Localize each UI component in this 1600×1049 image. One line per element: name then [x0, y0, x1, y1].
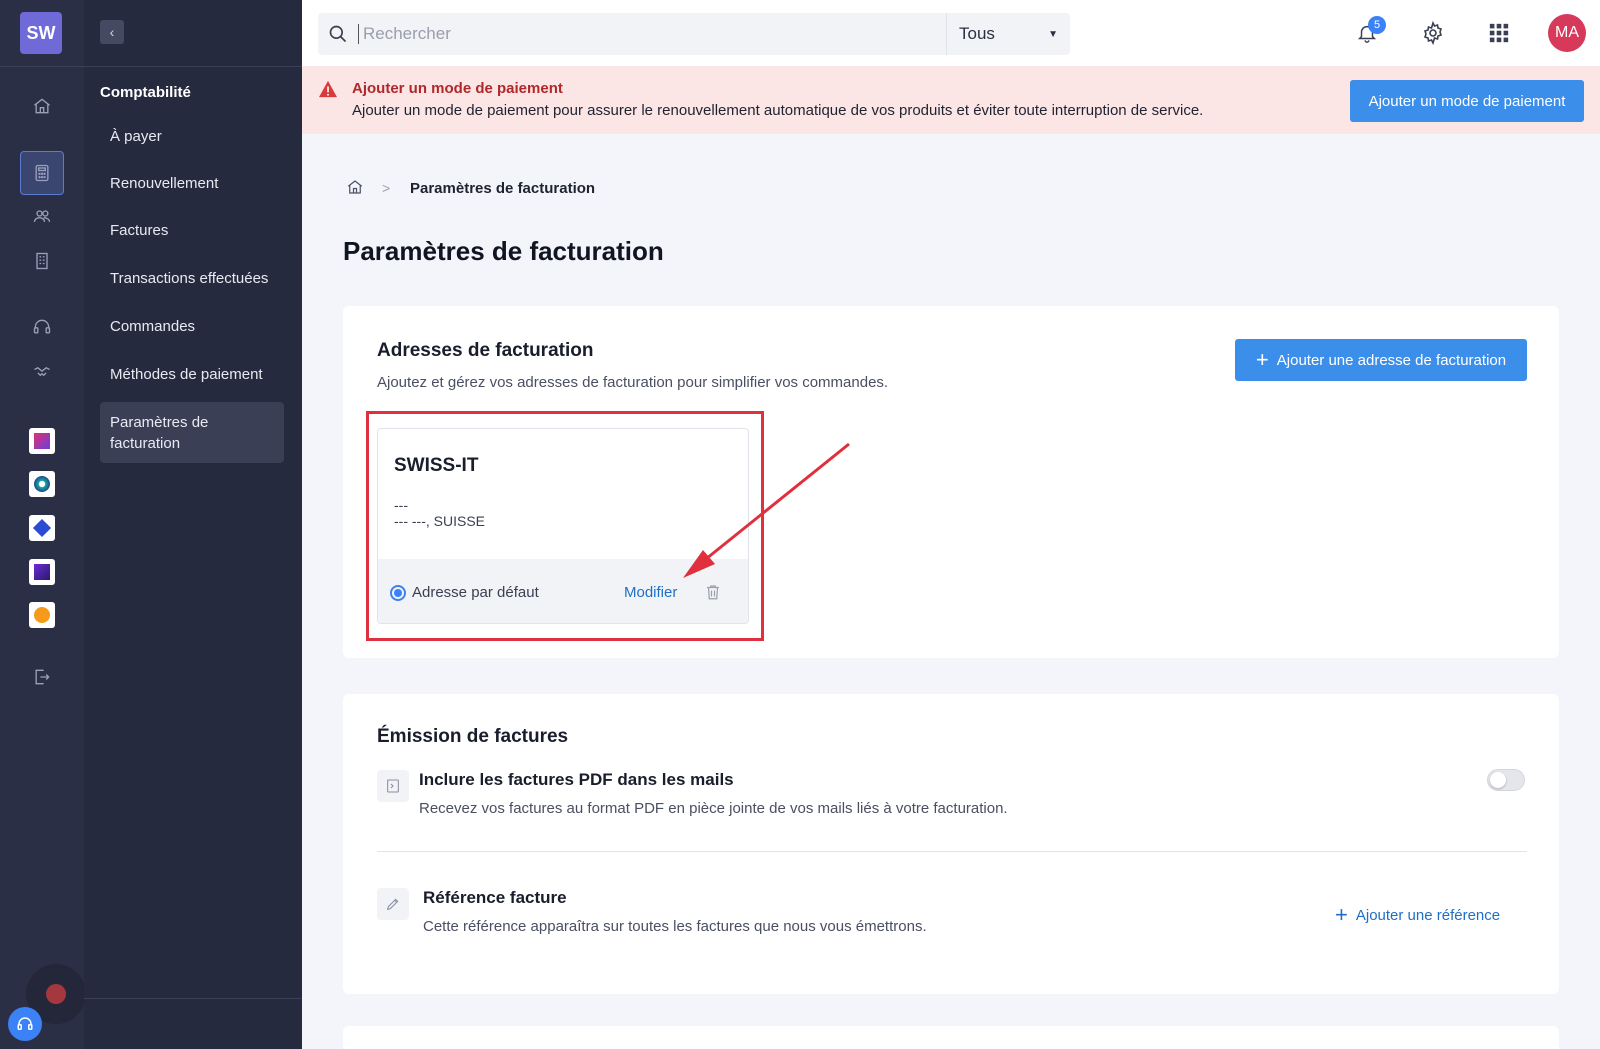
chevron-left-icon: ‹ — [109, 24, 115, 40]
top-bar: Tous ▼ 5 — [302, 0, 1600, 66]
support-chat-icon[interactable] — [8, 1007, 42, 1041]
add-reference-label: Ajouter une référence — [1355, 906, 1501, 924]
plus-icon: + — [1335, 902, 1348, 927]
settings-button[interactable] — [1418, 18, 1448, 48]
search-icon — [318, 24, 358, 44]
notifications-button[interactable]: 5 — [1352, 16, 1386, 48]
invoicing-title: Émission de factures — [377, 726, 569, 747]
add-billing-address-button[interactable]: + Ajouter une adresse de facturation — [1235, 339, 1527, 381]
breadcrumb-current: Paramètres de facturation — [410, 180, 596, 197]
apps-grid-button[interactable] — [1484, 18, 1514, 48]
handshake-icon[interactable] — [20, 352, 64, 392]
sidebar-item-factures[interactable]: Factures — [100, 214, 284, 246]
pencil-icon — [377, 888, 409, 920]
search-scope-select[interactable]: Tous ▼ — [946, 13, 1070, 55]
next-section-card — [343, 1026, 1559, 1049]
search-scope-value: Tous — [959, 24, 995, 43]
address-card-footer: Adresse par défaut Modifier — [378, 559, 748, 623]
invoicing-card: Émission de factures Inclure les facture… — [343, 694, 1559, 994]
sidebar-item-renouvellement[interactable]: Renouvellement — [100, 167, 284, 199]
billing-addresses-card: Adresses de facturation Ajoutez et gérez… — [343, 306, 1559, 658]
sidebar-section-title: Comptabilité — [100, 84, 191, 101]
add-payment-method-button[interactable]: Ajouter un mode de paiement — [1350, 80, 1584, 122]
logout-icon[interactable] — [20, 657, 64, 697]
app-logo[interactable]: SW — [20, 12, 62, 54]
pdf-file-icon — [377, 770, 409, 802]
trash-icon[interactable] — [704, 582, 722, 607]
search-input[interactable] — [358, 24, 918, 44]
billing-addresses-title: Adresses de facturation — [377, 340, 594, 361]
pdf-attachment-toggle[interactable] — [1487, 769, 1525, 791]
address-name: SWISS-IT — [394, 455, 479, 476]
invoice-reference-title: Référence facture — [423, 888, 567, 907]
icon-rail: SW — [0, 0, 86, 1049]
collapse-sidebar-button[interactable]: ‹ — [100, 20, 124, 44]
breadcrumb-home-icon[interactable] — [346, 178, 364, 201]
notification-badge: 5 — [1368, 16, 1386, 34]
calculator-icon[interactable] — [20, 151, 64, 195]
default-address-radio[interactable] — [390, 585, 406, 601]
alert-message: Ajouter un mode de paiement pour assurer… — [352, 102, 1204, 119]
chart-app-icon[interactable] — [29, 559, 55, 585]
warning-icon — [318, 80, 338, 103]
sidebar-item-methodes-paiement[interactable]: Méthodes de paiement — [100, 358, 284, 390]
search-bar — [318, 13, 950, 55]
default-address-label: Adresse par défaut — [412, 584, 539, 601]
sidebar-item-a-payer[interactable]: À payer — [100, 120, 284, 152]
pdf-setting-title: Inclure les factures PDF dans les mails — [419, 770, 734, 789]
modify-address-link[interactable]: Modifier — [624, 584, 677, 601]
alert-title: Ajouter un mode de paiement — [352, 80, 563, 97]
address-line-2: --- ---, SUISSE — [394, 513, 485, 529]
address-card: SWISS-IT --- --- ---, SUISSE Adresse par… — [377, 428, 749, 624]
building-icon[interactable] — [20, 241, 64, 281]
subnav-bottom-divider — [84, 998, 302, 999]
cube-app-icon[interactable] — [29, 515, 55, 541]
sidebar-item-transactions[interactable]: Transactions effectuées — [100, 262, 284, 294]
section-divider — [377, 851, 1527, 852]
add-billing-address-label: Ajouter une adresse de facturation — [1276, 351, 1507, 369]
pdf-setting-subtitle: Recevez vos factures au format PDF en pi… — [419, 800, 1008, 817]
rail-divider — [0, 66, 84, 67]
plus-icon: + — [1255, 347, 1269, 372]
gear-icon — [1423, 21, 1443, 45]
add-reference-link[interactable]: + Ajouter une référence — [1335, 904, 1500, 926]
caret-down-icon: ▼ — [1048, 28, 1058, 40]
invoice-reference-subtitle: Cette référence apparaîtra sur toutes le… — [423, 918, 927, 935]
users-icon[interactable] — [20, 196, 64, 236]
user-avatar[interactable]: MA — [1548, 14, 1586, 52]
accounting-sidebar: ‹ Comptabilité À payer Renouvellement Fa… — [84, 0, 302, 1049]
energy-app-icon[interactable] — [29, 602, 55, 628]
kanban-app-icon[interactable] — [29, 428, 55, 454]
billing-addresses-subtitle: Ajoutez et gérez vos adresses de factura… — [377, 374, 889, 391]
payment-method-alert: Ajouter un mode de paiement Ajouter un m… — [302, 66, 1600, 134]
sidebar-item-commandes[interactable]: Commandes — [100, 310, 284, 342]
headset-icon[interactable] — [20, 307, 64, 347]
address-line-1: --- — [394, 497, 408, 513]
breadcrumb-separator: > — [382, 180, 391, 196]
subnav-divider — [84, 66, 302, 67]
sidebar-item-parametres-facturation[interactable]: Paramètres de facturation — [100, 402, 284, 463]
monitor-app-icon[interactable] — [29, 471, 55, 497]
home-icon[interactable] — [20, 86, 64, 126]
grid-icon — [1489, 23, 1509, 43]
page-title: Paramètres de facturation — [343, 236, 664, 266]
